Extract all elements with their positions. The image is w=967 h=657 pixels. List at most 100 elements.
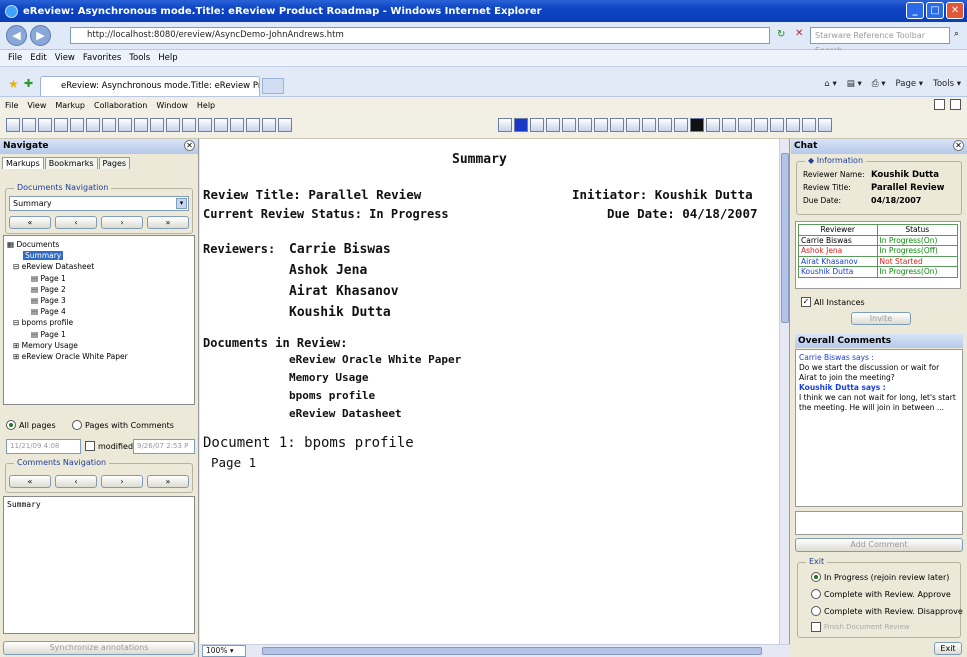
callout-tool-icon[interactable] [642, 118, 656, 132]
tree-node[interactable]: ▤ Page 1 [7, 273, 191, 284]
maximize-button[interactable]: □ [926, 2, 944, 19]
highlighter-icon[interactable] [150, 118, 164, 132]
menu-favorites[interactable]: Favorites [83, 53, 121, 63]
chevron-down-icon[interactable]: ▾ [176, 198, 187, 209]
exit-in-progress-radio-icon[interactable] [811, 572, 821, 582]
image-tool-icon[interactable] [230, 118, 244, 132]
stop-icon[interactable]: ✕ [795, 28, 803, 39]
tree-node[interactable]: ▤ Page 3 [7, 295, 191, 306]
print-icon[interactable]: ⎙ ▾ [872, 79, 886, 89]
exit-in-progress-radio[interactable]: In Progress (rejoin review later) [811, 572, 949, 582]
save-icon[interactable] [6, 118, 20, 132]
table-row[interactable]: Koushik Dutta In Progress(On) [798, 266, 959, 278]
ellipse-tool-icon[interactable] [610, 118, 624, 132]
line-tool-icon[interactable] [530, 118, 544, 132]
text-box-tool-icon[interactable] [658, 118, 672, 132]
feeds-icon[interactable]: ▤ ▾ [847, 79, 862, 89]
picture-tool-icon[interactable] [626, 118, 640, 132]
line-width-icon[interactable] [706, 118, 720, 132]
copy-icon[interactable] [54, 118, 68, 132]
tree-node[interactable]: ▦ Documents [7, 239, 191, 250]
stamp-icon[interactable] [86, 118, 100, 132]
tree-node[interactable]: ⊟ eReview Datasheet [7, 261, 191, 272]
back-button[interactable]: ◀ [6, 25, 27, 46]
tab-markups[interactable]: Markups [2, 157, 44, 169]
menu-view[interactable]: View [55, 53, 75, 63]
navigate-close-icon[interactable]: ✕ [184, 140, 195, 151]
exit-disapprove-radio[interactable]: Complete with Review. Disapprove [811, 606, 963, 616]
zoom-icon[interactable] [102, 118, 116, 132]
page-menu[interactable]: Page ▾ [896, 79, 924, 89]
prev-doc-button[interactable]: ‹ [55, 216, 97, 229]
font-color-icon[interactable] [674, 118, 688, 132]
first-comment-button[interactable]: « [9, 475, 51, 488]
menu-tools[interactable]: Tools [129, 53, 150, 63]
menu-help[interactable]: Help [158, 53, 177, 63]
add-comment-button[interactable]: Add Comment [795, 538, 963, 552]
last-doc-button[interactable]: » [147, 216, 189, 229]
invite-button[interactable]: Invite [851, 312, 911, 325]
paste-icon[interactable] [70, 118, 84, 132]
tab-pages[interactable]: Pages [98, 157, 131, 169]
app-close-icon[interactable] [950, 99, 961, 110]
new-tab-button[interactable] [262, 78, 284, 94]
app-menu-file[interactable]: File [5, 101, 18, 110]
tree-node[interactable]: ⊟ bpoms profile [7, 317, 191, 328]
app-menu-window[interactable]: Window [156, 101, 188, 110]
search-input[interactable]: Starware Reference Toolbar Search [810, 27, 950, 55]
pen-icon[interactable] [134, 118, 148, 132]
more-tools-icon[interactable] [818, 118, 832, 132]
tools-menu[interactable]: Tools ▾ [933, 79, 961, 89]
restore-icon[interactable] [934, 99, 945, 110]
tree-node[interactable]: ⊞ Memory Usage [7, 340, 191, 351]
exit-approve-radio-icon[interactable] [811, 589, 821, 599]
tree-node[interactable]: ▤ Page 2 [7, 284, 191, 295]
rectangle-tool-icon[interactable] [578, 118, 592, 132]
tree-node[interactable]: Summary [7, 250, 191, 261]
opacity-icon[interactable] [770, 118, 784, 132]
line-style-icon[interactable] [722, 118, 736, 132]
table-row[interactable]: Carrie Biswas In Progress(On) [798, 234, 959, 246]
document-vertical-scrollbar[interactable] [779, 139, 789, 644]
app-menu-collaboration[interactable]: Collaboration [94, 101, 147, 110]
app-menu-view[interactable]: View [27, 101, 46, 110]
radio-pages-with-comments[interactable]: Pages with Comments [72, 420, 174, 430]
chat-close-icon[interactable]: ✕ [953, 140, 964, 151]
fill-style-icon[interactable] [754, 118, 768, 132]
note-icon[interactable] [118, 118, 132, 132]
snap-icon[interactable] [498, 118, 512, 132]
minimize-button[interactable]: _ [906, 2, 924, 19]
radio-all-pages-icon[interactable] [6, 420, 16, 430]
app-menu-help[interactable]: Help [197, 101, 215, 110]
synchronize-button[interactable]: Synchronize annotations [3, 641, 195, 655]
radio-all-pages[interactable]: All pages [6, 420, 56, 430]
add-favorites-icon[interactable]: ✚ [24, 77, 33, 90]
line-color-icon[interactable] [690, 118, 704, 132]
horizontal-scroll-thumb[interactable] [262, 647, 762, 655]
radio-pages-with-comments-icon[interactable] [72, 420, 82, 430]
arrow-style-icon[interactable] [738, 118, 752, 132]
tab-bookmarks[interactable]: Bookmarks [44, 157, 98, 169]
scroll-thumb[interactable] [781, 153, 789, 323]
close-button[interactable]: ✕ [946, 2, 964, 19]
forward-button[interactable]: ▶ [30, 25, 51, 46]
refresh-icon[interactable]: ↻ [777, 29, 785, 40]
attach-icon[interactable] [262, 118, 276, 132]
print-doc-icon[interactable] [22, 118, 36, 132]
app-menu-markup[interactable]: Markup [55, 101, 85, 110]
undo-icon[interactable] [166, 118, 180, 132]
exit-button[interactable]: Exit [934, 642, 962, 655]
exit-approve-radio[interactable]: Complete with Review. Approve [811, 589, 951, 599]
comment-text-area[interactable]: Summary [3, 496, 195, 634]
measure-icon[interactable] [198, 118, 212, 132]
arrow-tool-icon[interactable] [546, 118, 560, 132]
menu-file[interactable]: File [8, 53, 22, 63]
text-tool-icon[interactable] [214, 118, 228, 132]
select-icon[interactable] [38, 118, 52, 132]
modified-checkbox-icon[interactable] [85, 441, 95, 451]
prev-comment-button[interactable]: ‹ [55, 475, 97, 488]
zoom-select[interactable]: 100% ▾ [202, 645, 246, 657]
favorites-star-icon[interactable]: ★ [8, 77, 19, 91]
table-row[interactable]: Ashok Jena In Progress(Off) [798, 245, 959, 257]
document-horizontal-scrollbar[interactable]: 100% ▾ [200, 644, 790, 657]
